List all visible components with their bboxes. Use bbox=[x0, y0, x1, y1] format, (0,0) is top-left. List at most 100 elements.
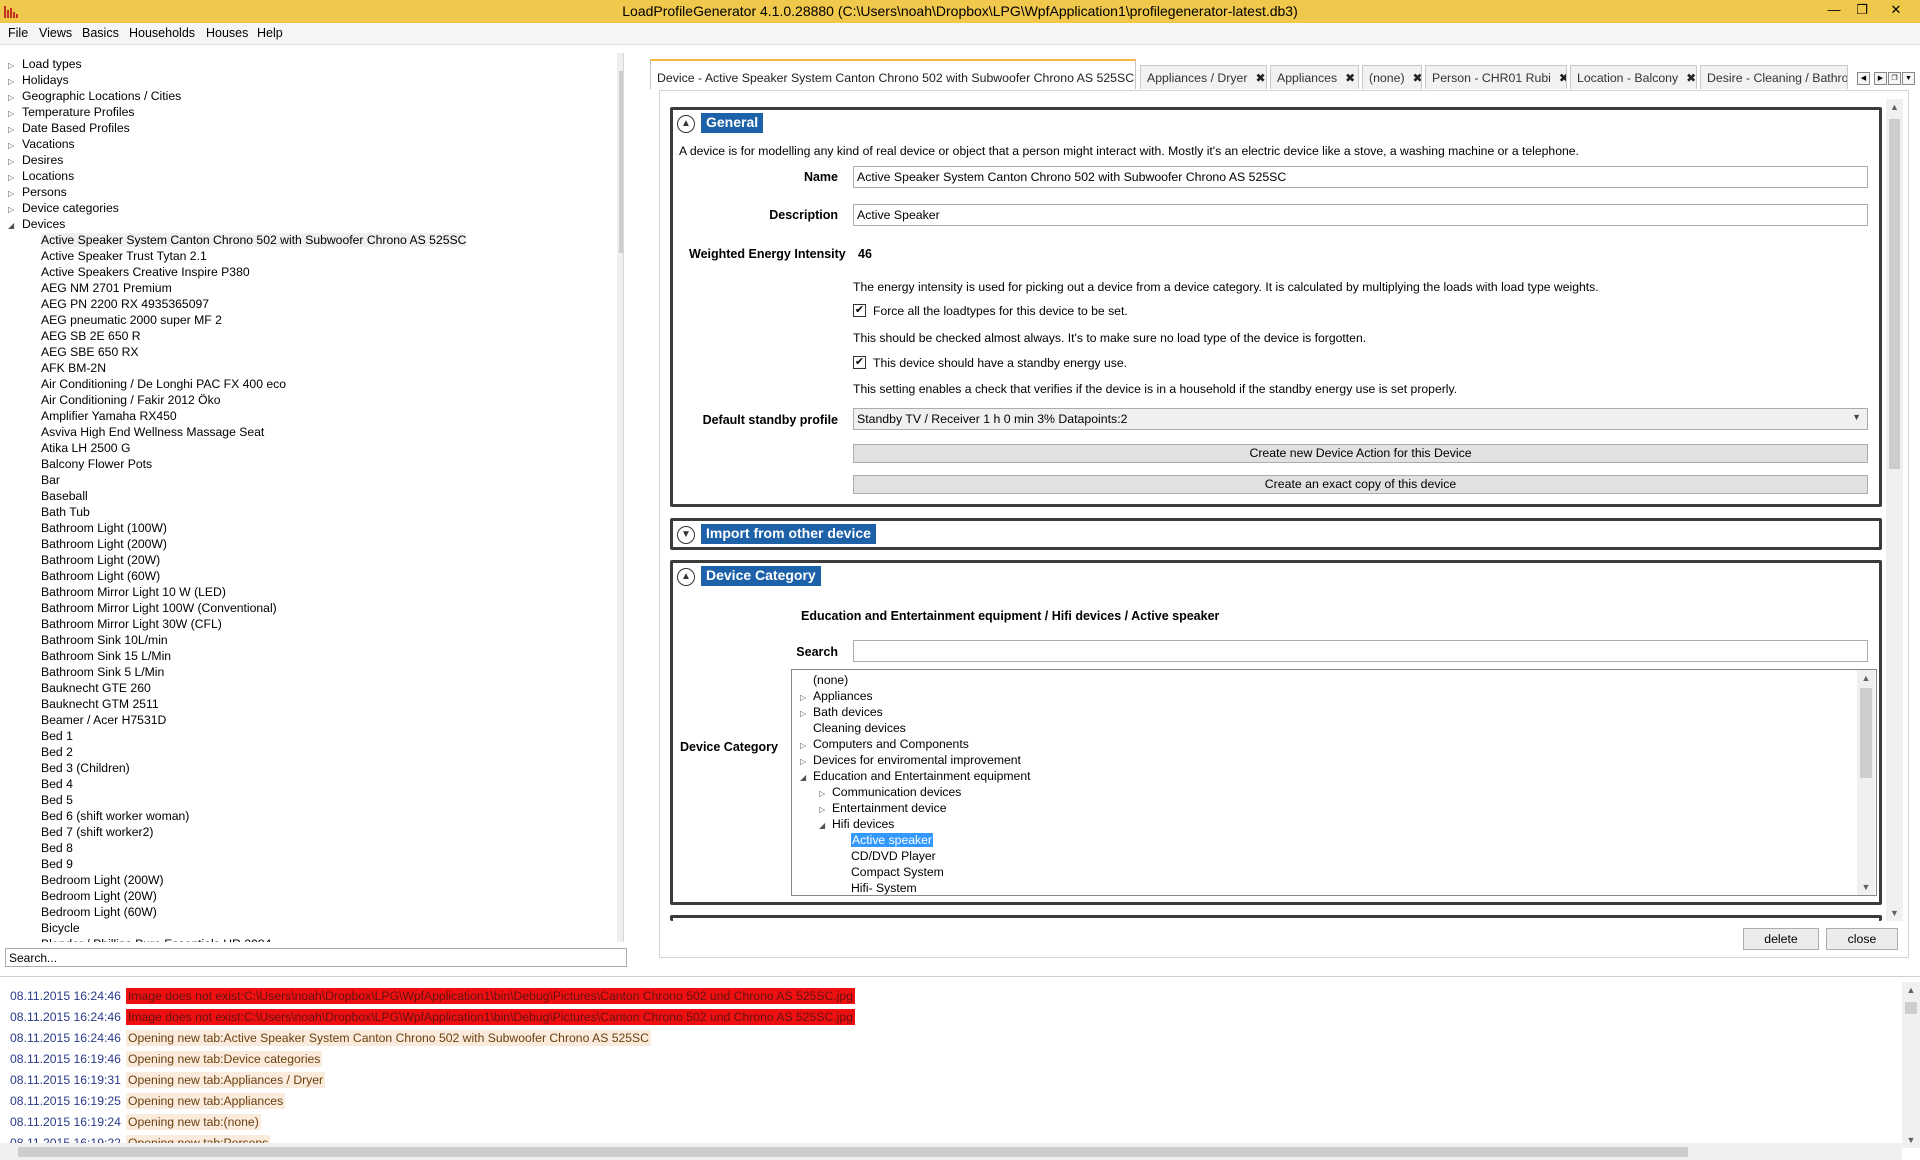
device-tree-item[interactable]: Bathroom Light (60W) bbox=[41, 568, 160, 584]
device-tree-item[interactable]: Bauknecht GTM 2511 bbox=[41, 696, 159, 712]
expanded-triangle-icon[interactable]: ◢ bbox=[8, 218, 18, 234]
category-search-input[interactable] bbox=[853, 640, 1868, 662]
category-tree-item[interactable]: ▷ Communication devices bbox=[819, 784, 961, 800]
device-tree-item[interactable]: Bathroom Light (20W) bbox=[41, 552, 160, 568]
tab-close-icon[interactable]: ✖ bbox=[1686, 71, 1696, 85]
device-tree-item[interactable]: AEG SBE 650 RX bbox=[41, 344, 139, 360]
category-tree-item[interactable]: ▷ Entertainment device bbox=[819, 800, 947, 816]
category-tree-scrollbar[interactable]: ▲ ▼ bbox=[1857, 670, 1875, 895]
device-tree-item[interactable]: AEG NM 2701 Premium bbox=[41, 280, 172, 296]
tree-item[interactable]: ▷ Holidays bbox=[8, 72, 69, 88]
tab-2[interactable]: Appliances ✖ bbox=[1270, 65, 1359, 89]
device-tree-item[interactable]: Bathroom Sink 5 L/Min bbox=[41, 664, 164, 680]
minimize-button[interactable]: — bbox=[1820, 0, 1848, 20]
menu-households[interactable]: Households bbox=[125, 26, 199, 40]
device-tree-item[interactable]: Bedroom Light (20W) bbox=[41, 888, 157, 904]
device-tree-item[interactable]: Bed 8 bbox=[41, 840, 73, 856]
maximize-button[interactable]: ❐ bbox=[1848, 0, 1876, 20]
device-tree-item[interactable]: Bath Tub bbox=[41, 504, 90, 520]
device-tree-item[interactable]: Bed 5 bbox=[41, 792, 73, 808]
tree-item[interactable]: ▷ Locations bbox=[8, 168, 74, 184]
device-tree-item[interactable]: Active Speakers Creative Inspire P380 bbox=[41, 264, 250, 280]
menu-help[interactable]: Help bbox=[253, 26, 287, 40]
category-tree-item[interactable]: ▷ Bath devices bbox=[800, 704, 883, 720]
category-tree-item[interactable]: ▷ Appliances bbox=[800, 688, 873, 704]
tab-6[interactable]: Desire - Cleaning / Bathroo bbox=[1700, 65, 1848, 89]
device-tree-item[interactable]: Bathroom Light (200W) bbox=[41, 536, 167, 552]
tree-search-input[interactable]: Search... bbox=[5, 948, 627, 967]
device-tree-item[interactable]: Bicycle bbox=[41, 920, 80, 936]
tab-scroll-left-icon[interactable]: ◀ bbox=[1857, 72, 1870, 85]
tree-item[interactable]: ▷ Geographic Locations / Cities bbox=[8, 88, 181, 104]
device-tree-item[interactable]: Bed 6 (shift worker woman) bbox=[41, 808, 189, 824]
expand-chevron-down-icon[interactable]: ▼ bbox=[677, 526, 695, 544]
tree-item[interactable]: ▷ Temperature Profiles bbox=[8, 104, 134, 120]
standby-energy-checkbox[interactable]: ✔ bbox=[853, 356, 866, 369]
close-window-button[interactable]: ✕ bbox=[1876, 0, 1916, 20]
device-tree-item[interactable]: Bathroom Mirror Light 10 W (LED) bbox=[41, 584, 226, 600]
copy-device-button[interactable]: Create an exact copy of this device bbox=[853, 475, 1868, 494]
tab-dropdown-icon[interactable]: ▼ bbox=[1902, 72, 1915, 85]
close-button[interactable]: close bbox=[1826, 928, 1898, 950]
log-scrollbar[interactable]: ▲ ▼ bbox=[1902, 982, 1920, 1148]
category-tree-item[interactable]: ▷ Devices for enviromental improvement bbox=[800, 752, 1021, 768]
scroll-down-arrow-icon[interactable]: ▼ bbox=[1857, 879, 1875, 895]
device-tree-item[interactable]: Asviva High End Wellness Massage Seat bbox=[41, 424, 264, 440]
default-standby-profile-select[interactable]: Standby TV / Receiver 1 h 0 min 3% Datap… bbox=[853, 408, 1868, 430]
force-loadtypes-checkbox[interactable]: ✔ bbox=[853, 304, 866, 317]
tree-item[interactable]: ◢ Devices bbox=[8, 216, 65, 232]
device-category-tree[interactable]: (none) ▷ Appliances ▷ Bath devices Cleaning d… bbox=[791, 669, 1877, 896]
log-horizontal-scrollbar[interactable] bbox=[0, 1143, 1902, 1160]
tree-item[interactable]: ▷ Desires bbox=[8, 152, 63, 168]
device-tree-item[interactable]: Atika LH 2500 G bbox=[41, 440, 130, 456]
delete-button[interactable]: delete bbox=[1743, 928, 1819, 950]
scroll-thumb[interactable] bbox=[1889, 119, 1900, 469]
tree-item[interactable]: ▷ Load types bbox=[8, 56, 82, 72]
category-tree-item[interactable]: Cleaning devices bbox=[800, 720, 906, 736]
category-tree-item[interactable]: ▷ Computers and Components bbox=[800, 736, 969, 752]
device-tree-item[interactable]: Bed 4 bbox=[41, 776, 73, 792]
expanded-triangle-icon[interactable]: ◢ bbox=[819, 818, 829, 834]
device-tree-item[interactable]: Bar bbox=[41, 472, 60, 488]
content-scrollbar[interactable]: ▲ ▼ bbox=[1886, 99, 1903, 921]
device-tree-item[interactable]: AEG pneumatic 2000 super MF 2 bbox=[41, 312, 222, 328]
tab-close-icon[interactable]: ✖ bbox=[1345, 71, 1355, 85]
create-device-action-button[interactable]: Create new Device Action for this Device bbox=[853, 444, 1868, 463]
tree-item[interactable]: ▷ Date Based Profiles bbox=[8, 120, 130, 136]
tab-1[interactable]: Appliances / Dryer ✖ bbox=[1140, 65, 1267, 89]
menu-views[interactable]: Views bbox=[35, 26, 76, 40]
tree-item[interactable]: ▷ Device categories bbox=[8, 200, 119, 216]
menu-basics[interactable]: Basics bbox=[78, 26, 123, 40]
tab-close-icon[interactable]: ✖ bbox=[1413, 71, 1421, 85]
scroll-down-arrow-icon[interactable]: ▼ bbox=[1902, 1132, 1920, 1148]
device-tree-item[interactable]: Air Conditioning / Fakir 2012 Öko bbox=[41, 392, 221, 408]
tab-3[interactable]: (none) ✖ bbox=[1362, 65, 1422, 89]
standby-energy-label[interactable]: This device should have a standby energy… bbox=[873, 356, 1127, 370]
device-tree-item[interactable]: Bathroom Mirror Light 30W (CFL) bbox=[41, 616, 222, 632]
description-input[interactable]: Active Speaker bbox=[853, 204, 1868, 226]
category-tree-item[interactable]: Compact System bbox=[838, 864, 944, 880]
device-tree-item[interactable]: Bathroom Mirror Light 100W (Conventional… bbox=[41, 600, 277, 616]
device-tree-item[interactable]: Bedroom Light (60W) bbox=[41, 904, 157, 920]
scroll-thumb[interactable] bbox=[18, 1147, 1688, 1157]
device-tree-item[interactable]: Balcony Flower Pots bbox=[41, 456, 152, 472]
device-tree-item[interactable]: Bathroom Light (100W) bbox=[41, 520, 167, 536]
tab-close-icon[interactable]: ✖ bbox=[1255, 71, 1265, 85]
tab-5[interactable]: Location - Balcony ✖ bbox=[1570, 65, 1697, 89]
device-tree-item[interactable]: Bed 3 (Children) bbox=[41, 760, 130, 776]
menu-houses[interactable]: Houses bbox=[202, 26, 252, 40]
category-tree-item[interactable]: Hifi- System bbox=[838, 880, 917, 895]
category-tree-item[interactable]: ◢ Hifi devices bbox=[819, 816, 894, 832]
device-tree-item[interactable]: Bed 2 bbox=[41, 744, 73, 760]
tab-list-icon[interactable]: ❐ bbox=[1888, 72, 1901, 85]
collapse-chevron-up-icon[interactable]: ▲ bbox=[677, 568, 695, 586]
scroll-thumb[interactable] bbox=[619, 71, 623, 253]
scroll-up-arrow-icon[interactable]: ▲ bbox=[1886, 99, 1903, 115]
device-tree-item[interactable]: Active Speaker Trust Tytan 2.1 bbox=[41, 248, 207, 264]
device-tree-item[interactable]: Bathroom Sink 15 L/Min bbox=[41, 648, 171, 664]
category-tree-item[interactable]: Active speaker bbox=[838, 832, 933, 848]
scroll-up-arrow-icon[interactable]: ▲ bbox=[1902, 982, 1920, 998]
scroll-up-arrow-icon[interactable]: ▲ bbox=[617, 53, 623, 69]
device-tree-item[interactable]: Beamer / Acer H7531D bbox=[41, 712, 166, 728]
tab-close-icon[interactable]: ✖ bbox=[1559, 71, 1566, 85]
